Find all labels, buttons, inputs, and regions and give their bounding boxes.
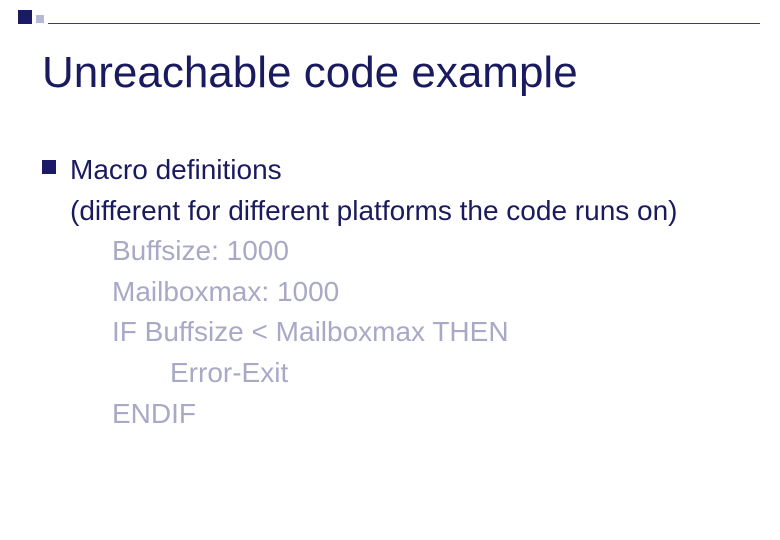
slide-title: Unreachable code example [42, 48, 578, 98]
bullet-subheading: (different for different platforms the c… [70, 191, 678, 232]
code-line-3: IF Buffsize < Mailboxmax THEN [70, 312, 678, 353]
accent-square-light [36, 15, 44, 23]
header-divider [48, 23, 760, 24]
bullet-text: Macro definitions (different for differe… [70, 150, 678, 434]
square-bullet-icon [42, 160, 56, 174]
bullet-heading: Macro definitions [70, 150, 678, 191]
accent-squares [18, 10, 44, 24]
code-line-1: Buffsize: 1000 [70, 231, 678, 272]
code-line-4: Error-Exit [70, 353, 678, 394]
slide-body: Macro definitions (different for differe… [42, 150, 750, 434]
code-line-2: Mailboxmax: 1000 [70, 272, 678, 313]
code-line-5: ENDIF [70, 394, 678, 435]
accent-square-dark [18, 10, 32, 24]
bullet-item: Macro definitions (different for differe… [42, 150, 750, 434]
